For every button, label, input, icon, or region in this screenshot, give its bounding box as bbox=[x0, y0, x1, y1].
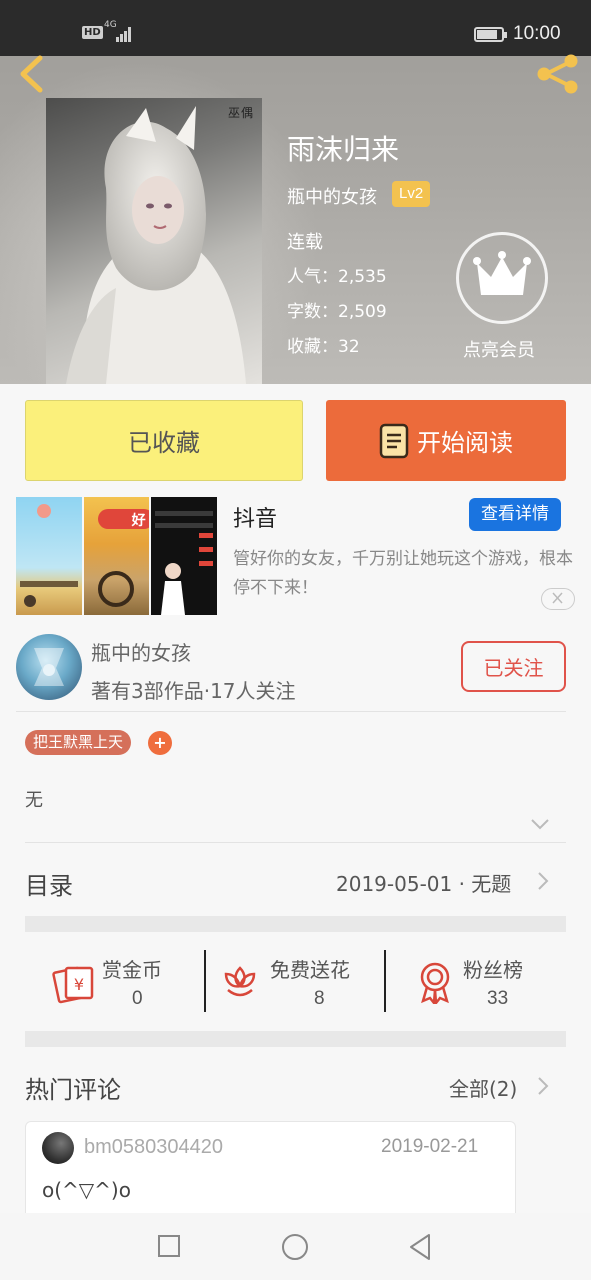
crown-icon bbox=[473, 251, 531, 295]
ad-thumb-1 bbox=[16, 497, 82, 615]
toc-chevron-icon[interactable] bbox=[536, 870, 550, 892]
ad-images[interactable]: 好 bbox=[16, 497, 218, 615]
popularity-stat: 人气：2,535 bbox=[287, 267, 387, 287]
book-header: HD 4G 10:00 巫偶 雨沫归来 瓶中的女孩 Lv2 连载 人气：2,53… bbox=[0, 0, 591, 384]
author-level-badge: Lv2 bbox=[392, 181, 431, 207]
network-type: 4G bbox=[104, 20, 117, 30]
back-nav-icon[interactable] bbox=[407, 1233, 433, 1261]
reward-row: ¥ 赏金币 0 免费送花 8 粉丝榜 33 bbox=[25, 948, 566, 1012]
author-card-name[interactable]: 瓶中的女孩 bbox=[91, 637, 191, 666]
start-reading-label: 开始阅读 bbox=[417, 429, 513, 457]
vip-button[interactable] bbox=[456, 232, 548, 324]
divider bbox=[16, 711, 566, 712]
favorites-stat: 收藏：32 bbox=[287, 337, 360, 357]
send-flower-count: 8 bbox=[314, 988, 325, 1009]
expand-synopsis-button[interactable] bbox=[530, 816, 550, 830]
tag-chip[interactable]: 把王默黑上天 bbox=[25, 730, 132, 755]
add-tag-button[interactable]: + bbox=[148, 731, 172, 755]
ad-description[interactable]: 管好你的女友，千万别让她玩这个游戏，根本停不下来！ bbox=[233, 545, 578, 603]
toc-latest-chapter[interactable]: 2019-05-01 · 无题 bbox=[336, 868, 511, 897]
system-nav-bar bbox=[0, 1213, 591, 1280]
flower-icon bbox=[224, 966, 256, 997]
book-cover[interactable]: 巫偶 bbox=[46, 98, 262, 384]
ad-thumb-3 bbox=[151, 497, 218, 615]
battery-icon bbox=[474, 27, 507, 42]
all-comments-link[interactable]: 全部(2) bbox=[449, 1073, 517, 1102]
divider bbox=[204, 950, 206, 1012]
chevron-down-icon bbox=[531, 819, 549, 830]
ad-game-scene-3 bbox=[155, 511, 214, 615]
cover-illustration bbox=[66, 106, 246, 384]
author-card-meta: 著有3部作品·17人关注 bbox=[91, 679, 296, 703]
section-separator bbox=[25, 916, 566, 932]
fan-ranking-label: 粉丝榜 bbox=[463, 958, 523, 982]
book-icon bbox=[379, 423, 409, 458]
commenter-name[interactable]: bm0580304420 bbox=[84, 1136, 223, 1159]
share-button[interactable] bbox=[534, 52, 582, 96]
divider bbox=[384, 950, 386, 1012]
collected-button[interactable]: 已收藏 bbox=[25, 400, 303, 481]
synopsis-text: 无 bbox=[25, 790, 43, 811]
comments-title: 热门评论 bbox=[25, 1076, 121, 1104]
recent-apps-icon[interactable] bbox=[157, 1234, 181, 1258]
comment-card[interactable]: bm0580304420 2019-02-21 o(^▽^)o bbox=[25, 1121, 516, 1221]
ad-game-scene-1 bbox=[20, 504, 78, 607]
medal-icon bbox=[420, 962, 450, 1004]
cover-watermark: 巫偶 bbox=[227, 106, 254, 120]
divider bbox=[25, 842, 566, 843]
comment-text: o(^▽^)o bbox=[42, 1178, 131, 1202]
ad-thumb-text: 好 bbox=[131, 513, 146, 529]
ad-thumb-2: 好 bbox=[83, 497, 150, 615]
home-icon[interactable] bbox=[281, 1233, 309, 1261]
chevron-left-icon bbox=[20, 55, 43, 93]
section-separator bbox=[25, 1031, 566, 1047]
follow-button[interactable]: 已关注 bbox=[461, 641, 566, 692]
coin-envelope-icon: ¥ bbox=[52, 966, 94, 1004]
vip-label[interactable]: 点亮会员 bbox=[463, 336, 535, 362]
reward-coins-label: 赏金币 bbox=[102, 958, 162, 982]
ad-close-button[interactable] bbox=[541, 588, 575, 610]
ad-title[interactable]: 抖音 bbox=[233, 501, 277, 533]
serial-status: 连载 bbox=[287, 232, 323, 253]
close-icon bbox=[552, 592, 563, 604]
toc-label[interactable]: 目录 bbox=[25, 866, 73, 901]
ad-detail-button[interactable]: 查看详情 bbox=[469, 498, 561, 531]
status-bar: HD 4G 10:00 bbox=[0, 0, 591, 56]
commenter-avatar[interactable] bbox=[42, 1132, 74, 1164]
fan-ranking-count: 33 bbox=[487, 988, 509, 1009]
book-title: 雨沫归来 bbox=[287, 133, 400, 166]
signal-icon bbox=[116, 24, 134, 42]
hd-indicator: HD bbox=[82, 26, 103, 39]
start-reading-button[interactable]: 开始阅读 bbox=[326, 400, 566, 481]
share-icon bbox=[537, 54, 578, 94]
clock: 10:00 bbox=[513, 23, 561, 44]
avatar-image bbox=[34, 648, 64, 686]
word-count-stat: 字数：2,509 bbox=[287, 302, 387, 322]
send-flower-label: 免费送花 bbox=[270, 958, 350, 982]
chevron-right-icon[interactable] bbox=[536, 1075, 550, 1097]
back-button[interactable] bbox=[14, 54, 50, 94]
book-author[interactable]: 瓶中的女孩 bbox=[287, 183, 377, 209]
svg-text:¥: ¥ bbox=[74, 975, 84, 994]
reward-coins-count: 0 bbox=[132, 988, 143, 1009]
comment-date: 2019-02-21 bbox=[381, 1136, 479, 1157]
author-avatar[interactable] bbox=[16, 634, 82, 700]
